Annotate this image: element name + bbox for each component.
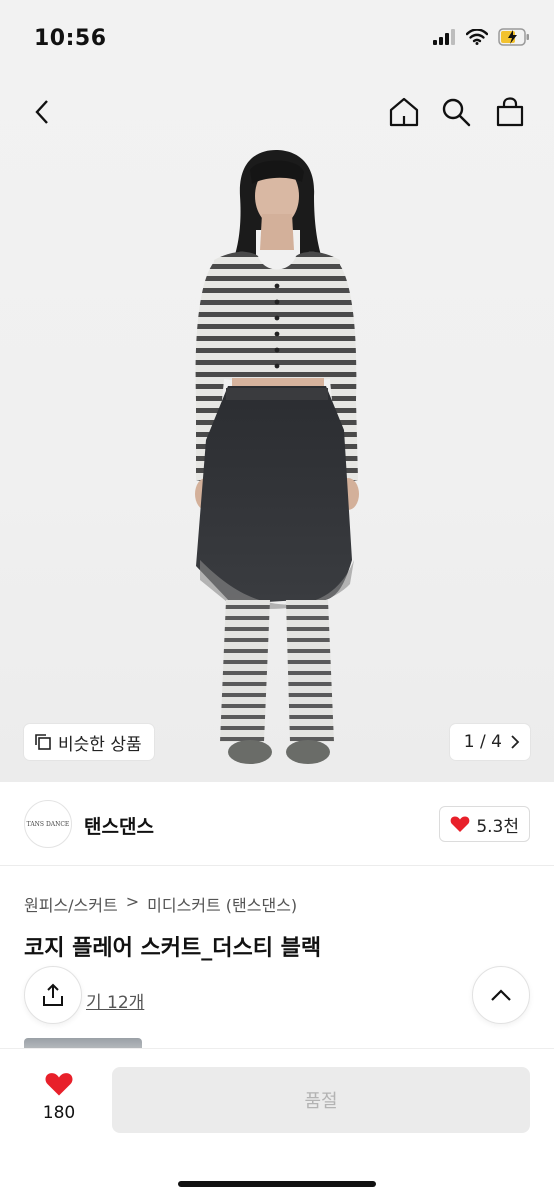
- breadcrumb-subcategory[interactable]: 미디스커트 (탠스댄스): [147, 892, 297, 916]
- home-indicator: [178, 1181, 376, 1187]
- share-icon: [43, 983, 63, 1006]
- brand-logo-text: TANS DANCE: [26, 820, 70, 828]
- back-icon: [35, 100, 48, 124]
- home-button[interactable]: [382, 90, 426, 134]
- breadcrumb: 원피스/스커트 > 미디스커트 (탠스댄스): [24, 892, 297, 916]
- top-nav: [0, 80, 554, 144]
- home-icon: [389, 97, 419, 127]
- battery-charging-icon: [498, 28, 529, 46]
- brand-name[interactable]: 탠스댄스: [84, 812, 154, 839]
- breadcrumb-separator: >: [125, 892, 140, 911]
- similar-products-button[interactable]: 비슷한 상품: [24, 724, 154, 760]
- cart-button[interactable]: [488, 90, 532, 134]
- chevron-right-icon: [511, 735, 520, 749]
- share-button[interactable]: [24, 966, 82, 1024]
- wishlist-count: 180: [42, 1103, 76, 1123]
- image-pager[interactable]: 1 / 4: [449, 724, 530, 760]
- wifi-icon: [466, 29, 488, 45]
- status-bar: 10:56: [0, 0, 554, 80]
- bottom-action-bar: 180 품절: [0, 1048, 554, 1200]
- chevron-up-icon: [491, 989, 511, 1001]
- soldout-button[interactable]: 품절: [112, 1067, 530, 1133]
- brand-like-count: 5.3천: [476, 816, 519, 837]
- pager-current: 1: [463, 732, 475, 752]
- search-icon: [442, 98, 471, 127]
- status-time: 10:56: [34, 26, 107, 51]
- back-button[interactable]: [20, 90, 64, 134]
- heart-icon: [450, 816, 470, 832]
- search-button[interactable]: [434, 90, 478, 134]
- shopping-bag-icon: [496, 97, 524, 127]
- status-icons: [432, 28, 530, 46]
- scroll-top-button[interactable]: [472, 966, 530, 1024]
- brand-row[interactable]: TANS DANCE 탠스댄스 5.3천: [0, 782, 554, 866]
- review-link[interactable]: 기 12개: [86, 988, 144, 1013]
- brand-like-button[interactable]: 5.3천: [439, 806, 530, 842]
- breadcrumb-category[interactable]: 원피스/스커트: [24, 892, 118, 916]
- product-title: 코지 플레어 스커트_더스티 블랙: [24, 936, 322, 961]
- brand-logo[interactable]: TANS DANCE: [24, 800, 72, 848]
- pager-separator: /: [480, 732, 486, 752]
- wishlist-button[interactable]: 180: [30, 1071, 88, 1123]
- cellular-signal-icon: [433, 29, 455, 45]
- pager-total: 4: [491, 732, 502, 752]
- heart-icon: [45, 1073, 73, 1096]
- pager-text: 1 / 4: [464, 732, 502, 752]
- similar-products-label: 비슷한 상품: [58, 734, 142, 755]
- copy-icon: [35, 734, 51, 750]
